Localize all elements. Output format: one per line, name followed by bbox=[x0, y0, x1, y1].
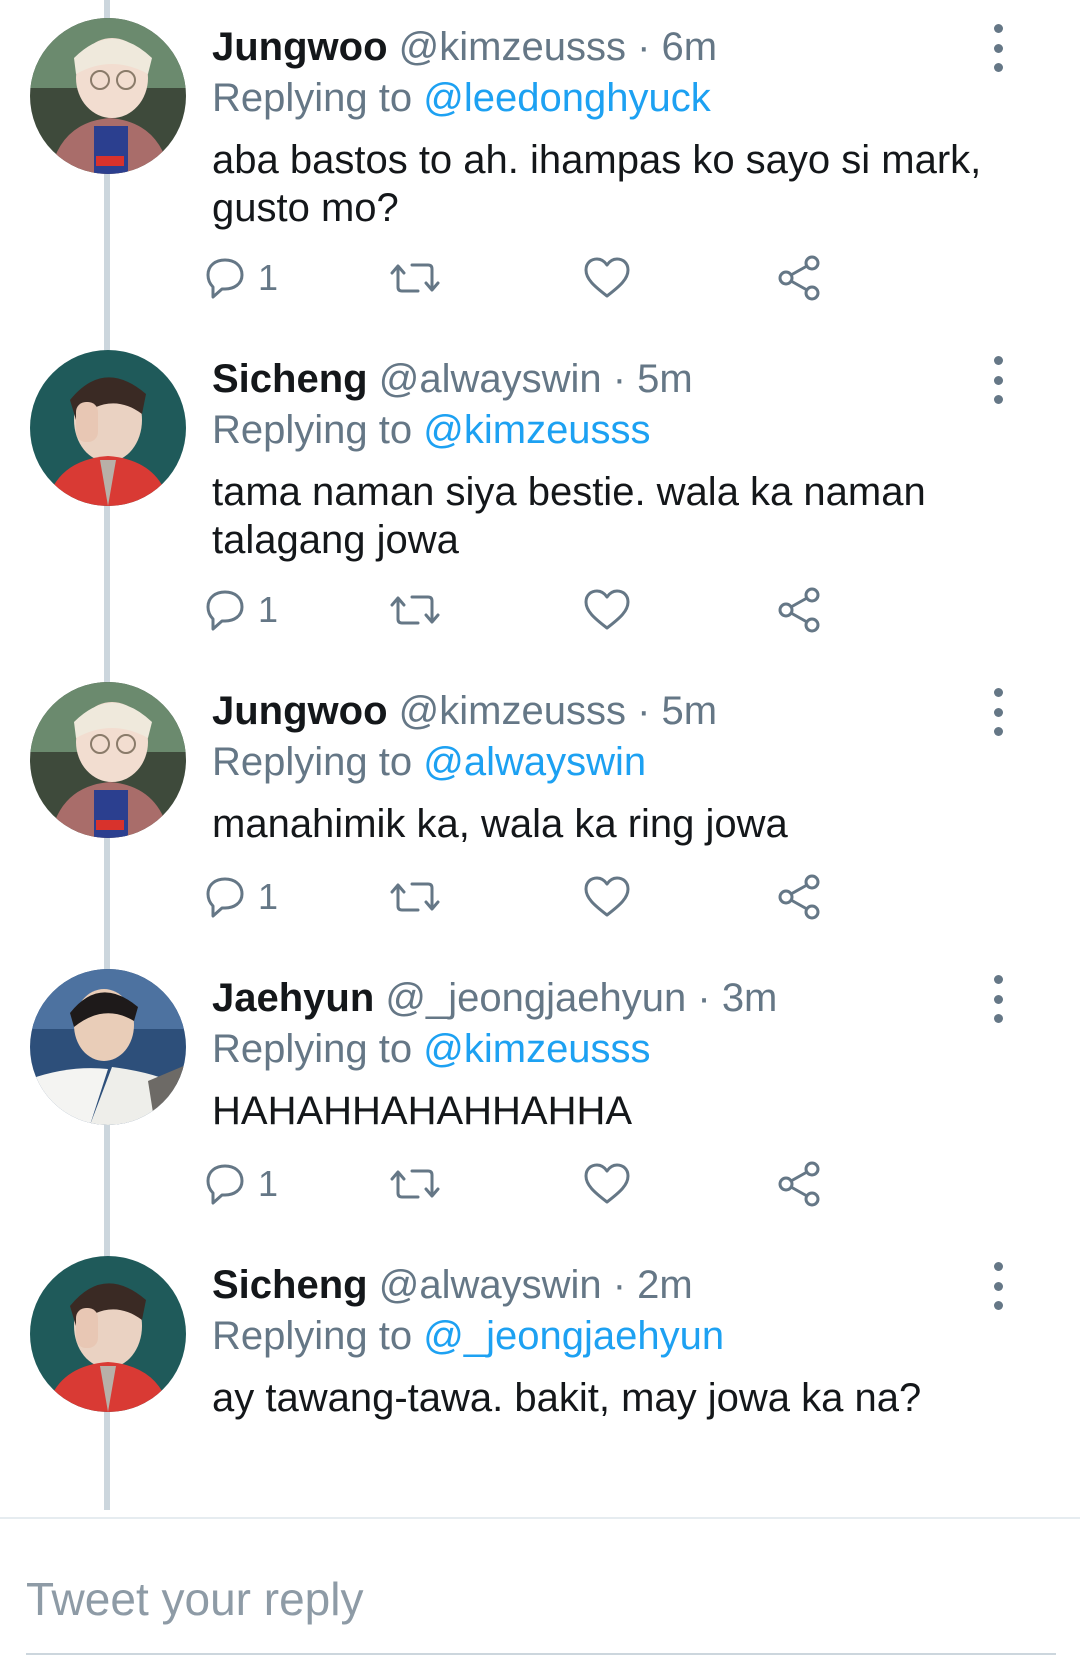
tweet-header: Jungwoo @kimzeusss · 6m bbox=[212, 22, 1012, 72]
tweet-actions: 1 bbox=[206, 1154, 912, 1214]
handle[interactable]: @alwayswin bbox=[379, 357, 602, 401]
tweet-actions: 1 bbox=[206, 248, 912, 308]
like-button[interactable] bbox=[582, 580, 632, 640]
reply-count: 1 bbox=[258, 257, 279, 298]
replying-to-mention[interactable]: @kimzeusss bbox=[423, 1027, 650, 1071]
tweet-text: tama naman siya bestie. wala ka naman ta… bbox=[212, 470, 926, 562]
tweet-header: Jaehyun @_jeongjaehyun · 3m bbox=[212, 973, 1012, 1023]
handle[interactable]: @alwayswin bbox=[379, 1263, 602, 1307]
heart-icon bbox=[584, 1163, 630, 1204]
reply-composer bbox=[0, 1517, 1080, 1670]
replying-to-label: Replying to bbox=[212, 76, 413, 120]
tweet-text: HAHAHHAHAHHAHHA bbox=[212, 1089, 633, 1133]
tweet-actions: 1 bbox=[206, 580, 912, 640]
avatar-jaehyun[interactable] bbox=[30, 969, 186, 1125]
retweet-icon bbox=[390, 882, 440, 912]
share-icon bbox=[778, 255, 820, 301]
display-name[interactable]: Sicheng bbox=[212, 357, 368, 401]
separator-dot: · bbox=[686, 976, 722, 1020]
timestamp[interactable]: 5m bbox=[637, 357, 693, 401]
avatar-sicheng[interactable] bbox=[30, 1256, 186, 1412]
reply-icon bbox=[206, 590, 244, 631]
retweet-button[interactable] bbox=[390, 248, 440, 308]
reply-count: 1 bbox=[258, 876, 279, 917]
separator-dot: · bbox=[601, 357, 638, 401]
tweet-header: Sicheng @alwayswin · 5m bbox=[212, 354, 1012, 404]
retweet-button[interactable] bbox=[390, 580, 440, 640]
share-button[interactable] bbox=[774, 580, 824, 640]
replying-to-line: Replying to @kimzeusss bbox=[212, 1023, 1012, 1075]
tweet-text: manahimik ka, wala ka ring jowa bbox=[212, 802, 788, 846]
reply-button[interactable]: 1 bbox=[200, 248, 278, 308]
timestamp[interactable]: 2m bbox=[637, 1263, 693, 1307]
reply-thread: Jungwoo @kimzeusss · 6m Replying to @lee… bbox=[0, 0, 1080, 1670]
retweet-icon bbox=[390, 595, 440, 625]
more-vertical-icon[interactable] bbox=[986, 356, 1010, 404]
reply-button[interactable]: 1 bbox=[200, 1154, 278, 1214]
replying-to-mention[interactable]: @alwayswin bbox=[423, 740, 646, 784]
display-name[interactable]: Jungwoo bbox=[212, 25, 388, 69]
separator-dot: · bbox=[625, 25, 662, 69]
replying-to-line: Replying to @_jeongjaehyun bbox=[212, 1310, 1012, 1362]
avatar-jungwoo[interactable] bbox=[30, 682, 186, 838]
share-button[interactable] bbox=[774, 248, 824, 308]
tweet-header: Jungwoo @kimzeusss · 5m bbox=[212, 686, 1012, 736]
retweet-button[interactable] bbox=[390, 867, 440, 927]
tweet-header: Sicheng @alwayswin · 2m bbox=[212, 1260, 1012, 1310]
share-button[interactable] bbox=[774, 1154, 824, 1214]
separator-dot: · bbox=[601, 1263, 638, 1307]
reply-count: 1 bbox=[258, 589, 279, 630]
handle[interactable]: @kimzeusss bbox=[399, 689, 626, 733]
more-vertical-icon[interactable] bbox=[986, 975, 1010, 1023]
replying-to-mention[interactable]: @kimzeusss bbox=[423, 408, 650, 452]
composer-underline bbox=[26, 1653, 1056, 1655]
more-vertical-icon[interactable] bbox=[986, 24, 1010, 72]
replying-to-mention[interactable]: @_jeongjaehyun bbox=[423, 1314, 724, 1358]
reply-icon bbox=[206, 258, 244, 299]
like-button[interactable] bbox=[582, 1154, 632, 1214]
reply-count: 1 bbox=[258, 1163, 279, 1204]
replying-to-label: Replying to bbox=[212, 1314, 413, 1358]
share-icon bbox=[778, 587, 820, 633]
replying-to-label: Replying to bbox=[212, 740, 413, 784]
separator-dot: · bbox=[625, 689, 662, 733]
replying-to-mention[interactable]: @leedonghyuck bbox=[423, 76, 710, 120]
timestamp[interactable]: 5m bbox=[662, 689, 718, 733]
tweet-text: aba bastos to ah. ihampas ko sayo si mar… bbox=[212, 138, 982, 230]
timestamp[interactable]: 3m bbox=[722, 976, 778, 1020]
reply-icon bbox=[206, 1164, 244, 1205]
heart-icon bbox=[584, 589, 630, 630]
reply-input[interactable] bbox=[26, 1559, 1046, 1639]
display-name[interactable]: Sicheng bbox=[212, 1263, 368, 1307]
more-vertical-icon[interactable] bbox=[986, 1262, 1010, 1310]
avatar-jungwoo[interactable] bbox=[30, 18, 186, 174]
like-button[interactable] bbox=[582, 248, 632, 308]
replying-to-line: Replying to @kimzeusss bbox=[212, 404, 1012, 456]
display-name[interactable]: Jaehyun bbox=[212, 976, 374, 1020]
handle[interactable]: @kimzeusss bbox=[399, 25, 626, 69]
handle[interactable]: @_jeongjaehyun bbox=[385, 976, 686, 1020]
like-button[interactable] bbox=[582, 867, 632, 927]
replying-to-label: Replying to bbox=[212, 1027, 413, 1071]
avatar-sicheng[interactable] bbox=[30, 350, 186, 506]
replying-to-line: Replying to @leedonghyuck bbox=[212, 72, 1012, 124]
more-vertical-icon[interactable] bbox=[986, 688, 1010, 736]
tweet-actions: 1 bbox=[206, 867, 912, 927]
heart-icon bbox=[584, 257, 630, 298]
retweet-icon bbox=[390, 1169, 440, 1199]
display-name[interactable]: Jungwoo bbox=[212, 689, 388, 733]
share-icon bbox=[778, 874, 820, 920]
replying-to-line: Replying to @alwayswin bbox=[212, 736, 1012, 788]
heart-icon bbox=[584, 876, 630, 917]
tweet-text: ay tawang-tawa. bakit, may jowa ka na? bbox=[212, 1376, 922, 1420]
reply-button[interactable]: 1 bbox=[200, 867, 278, 927]
reply-icon bbox=[206, 877, 244, 918]
timestamp[interactable]: 6m bbox=[662, 25, 718, 69]
replying-to-label: Replying to bbox=[212, 408, 413, 452]
share-icon bbox=[778, 1161, 820, 1207]
retweet-icon bbox=[390, 263, 440, 293]
reply-button[interactable]: 1 bbox=[200, 580, 278, 640]
share-button[interactable] bbox=[774, 867, 824, 927]
retweet-button[interactable] bbox=[390, 1154, 440, 1214]
